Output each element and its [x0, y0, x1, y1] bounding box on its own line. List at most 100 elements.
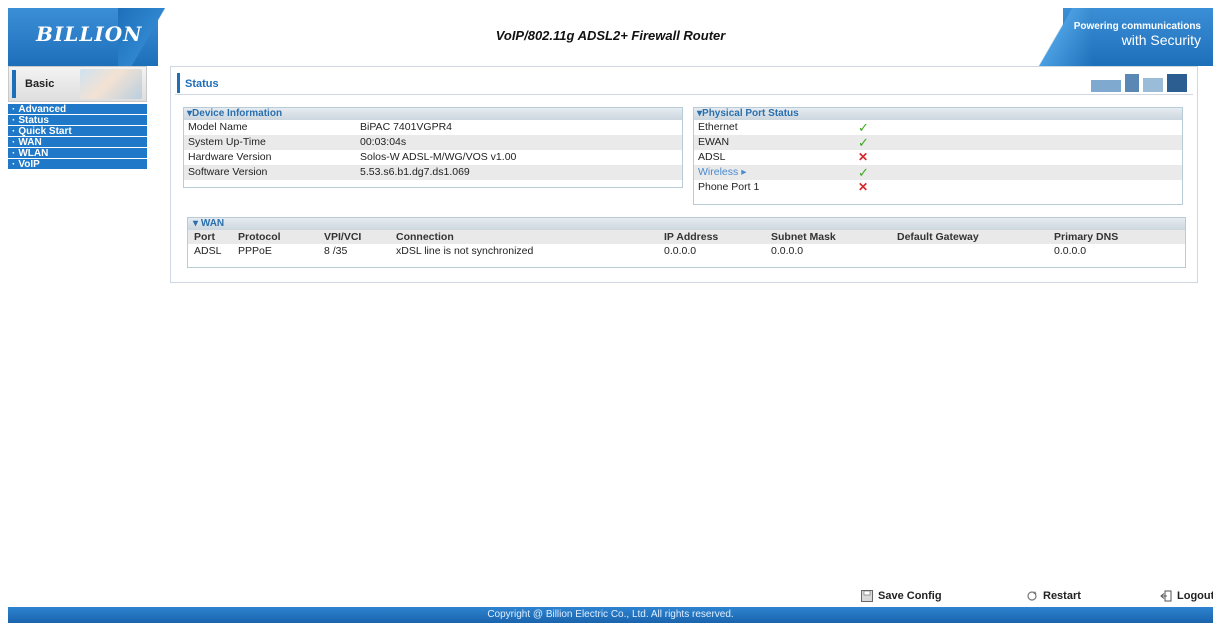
column-header: Default Gateway	[891, 230, 1048, 244]
port-name: Phone Port 1	[698, 181, 760, 193]
port-row-wireless: Wireless ▸ ✓	[694, 165, 1182, 180]
table-cell: 0.0.0.0	[1054, 245, 1087, 257]
info-row-uptime: System Up-Time 00:03:04s	[184, 135, 682, 150]
port-name: EWAN	[698, 136, 730, 148]
table-cell: 0.0.0.0	[664, 245, 697, 257]
sidebar-item-label: Advanced	[18, 104, 67, 115]
section-marker	[177, 73, 180, 93]
save-config-button[interactable]: Save Config	[861, 590, 942, 602]
sidebar-item-wan[interactable]: · WAN	[8, 137, 147, 148]
network-devices-illustration	[1091, 74, 1187, 92]
sidebar-item-voip[interactable]: · VoIP	[8, 159, 147, 170]
basic-tab-label: Basic	[25, 78, 55, 90]
device-information-header: ▾Device Information	[184, 108, 682, 120]
arrow-right-icon: ▸	[741, 166, 747, 178]
sidebar-item-label: WLAN	[18, 148, 49, 159]
table-cell: xDSL line is not synchronized	[396, 245, 534, 257]
table-cell: 8 /35	[324, 245, 348, 257]
header: BILLION VoIP/802.11g ADSL2+ Firewall Rou…	[8, 8, 1213, 66]
port-name: Wireless	[698, 166, 739, 178]
info-row-model: Model Name BiPAC 7401VGPR4	[184, 120, 682, 135]
info-key: System Up-Time	[188, 136, 266, 148]
logout-label: Logout	[1177, 590, 1213, 602]
restart-icon	[1027, 591, 1037, 601]
column-header: Connection	[390, 230, 658, 244]
port-row-ewan: EWAN ✓	[694, 135, 1182, 150]
restart-button[interactable]: Restart	[1026, 590, 1081, 602]
device-information-panel: ▾Device Information Model Name BiPAC 7401…	[183, 107, 683, 188]
floppy-disk-icon	[861, 590, 873, 602]
sidebar-item-label: WAN	[18, 137, 42, 148]
column-header: VPI/VCI	[318, 230, 390, 244]
wireless-link[interactable]: Wireless ▸	[694, 165, 858, 180]
port-name: Ethernet	[698, 121, 738, 133]
column-header: Primary DNS	[1048, 230, 1185, 244]
info-value: Solos-W ADSL-M/WG/VOS v1.00	[360, 151, 517, 163]
status-header: Status	[175, 69, 1193, 95]
physical-port-status-panel: ▾Physical Port Status Ethernet ✓ EWAN ✓ AD…	[693, 107, 1183, 205]
wan-header: ▾ WAN	[188, 218, 1185, 230]
table-cell: ADSL	[194, 245, 222, 257]
column-header: Subnet Mask	[765, 230, 891, 244]
check-icon: ✓	[858, 135, 869, 150]
tagline-top: Powering communications	[1073, 21, 1201, 32]
wan-title: WAN	[200, 218, 225, 229]
column-header: Port	[188, 230, 232, 244]
sidebar-item-label: Quick Start	[18, 126, 72, 137]
sidebar-item-status[interactable]: · Status	[8, 115, 147, 126]
sidebar-item-label: VoIP	[18, 159, 40, 170]
port-status-title: Physical Port Status	[702, 108, 799, 119]
column-header: IP Address	[658, 230, 765, 244]
sidebar-item-quick-start[interactable]: · Quick Start	[8, 126, 147, 137]
check-icon: ✓	[858, 165, 869, 180]
info-value: BiPAC 7401VGPR4	[360, 121, 453, 133]
router-admin-page: BILLION VoIP/802.11g ADSL2+ Firewall Rou…	[0, 0, 1213, 623]
port-row-phone: Phone Port 1 ✕	[694, 180, 1182, 195]
table-cell	[891, 244, 1048, 258]
bullet-icon: ·	[12, 115, 16, 126]
info-key: Model Name	[188, 121, 248, 133]
bullet-icon: ·	[12, 148, 16, 159]
info-row-software: Software Version 5.53.s6.b1.dg7.ds1.069	[184, 165, 682, 180]
bullet-icon: ·	[12, 126, 16, 137]
basic-tab-photo	[80, 69, 142, 99]
table-row: ADSL PPPoE 8 /35 xDSL line is not synchr…	[188, 244, 1185, 258]
info-row-hardware: Hardware Version Solos-W ADSL-M/WG/VOS v1…	[184, 150, 682, 165]
column-header: Protocol	[232, 230, 318, 244]
bullet-icon: ·	[12, 159, 16, 170]
port-row-adsl: ADSL ✕	[694, 150, 1182, 165]
status-panel: Status ▾Device Information Model Name BiP…	[170, 66, 1198, 283]
check-icon: ✓	[858, 120, 869, 135]
tab-marker	[12, 70, 16, 98]
basic-tab[interactable]: Basic	[8, 66, 147, 102]
tagline-bottom: with Security	[1121, 31, 1201, 48]
cross-icon: ✕	[858, 150, 869, 164]
wan-panel: ▾ WAN Port Protocol VPI/VCI Connection I…	[187, 217, 1186, 268]
save-config-label: Save Config	[878, 590, 942, 602]
tagline: Powering communications with Security	[1073, 21, 1201, 48]
sidebar-item-wlan[interactable]: · WLAN	[8, 148, 147, 159]
sidebar-item-advanced[interactable]: · Advanced	[8, 104, 147, 115]
cross-icon: ✕	[858, 180, 869, 194]
info-value: 5.53.s6.b1.dg7.ds1.069	[360, 166, 470, 178]
info-value: 00:03:04s	[360, 136, 407, 148]
device-information-title: Device Information	[192, 108, 283, 119]
action-bar: Save Config Restart Logout	[0, 588, 1213, 606]
table-cell: 0.0.0.0	[771, 245, 804, 257]
copyright-text: Copyright @ Billion Electric Co., Ltd. A…	[487, 609, 734, 620]
logout-button[interactable]: Logout	[1160, 590, 1213, 602]
bullet-icon: ·	[12, 137, 16, 148]
bullet-icon: ·	[12, 104, 16, 115]
sidebar-menu: · Advanced · Status · Quick Start · WAN · WLA…	[8, 104, 147, 170]
port-name: ADSL	[698, 151, 726, 163]
info-key: Software Version	[188, 166, 268, 178]
sidebar-item-label: Status	[18, 115, 49, 126]
restart-label: Restart	[1043, 590, 1081, 602]
wan-table-header: Port Protocol VPI/VCI Connection IP Addr…	[188, 230, 1185, 244]
port-status-header: ▾Physical Port Status	[694, 108, 1182, 120]
footer: Copyright @ Billion Electric Co., Ltd. A…	[8, 607, 1213, 623]
table-cell: PPPoE	[238, 245, 272, 257]
port-row-ethernet: Ethernet ✓	[694, 120, 1182, 135]
logout-icon	[1160, 590, 1172, 602]
status-title: Status	[185, 78, 219, 90]
